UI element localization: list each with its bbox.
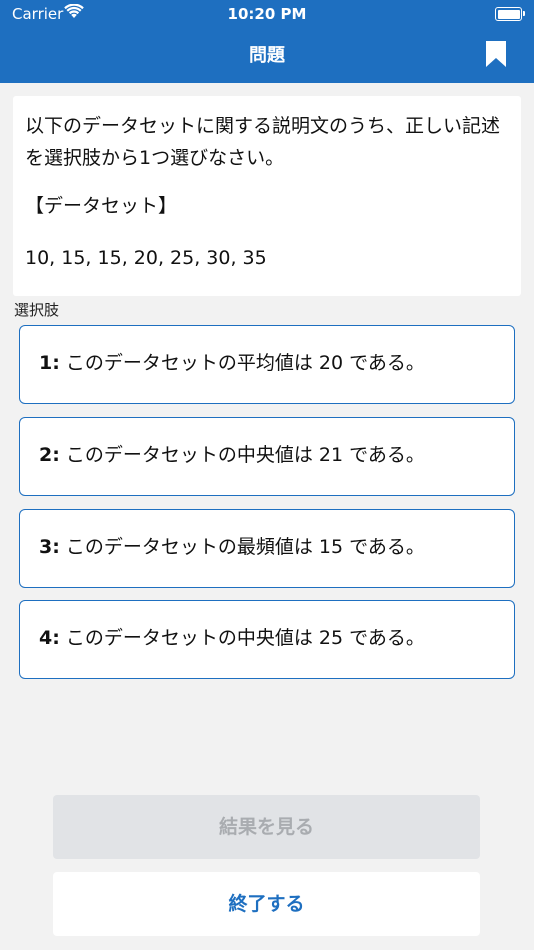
navigation-bar: Carrier 10:20 PM 問題 xyxy=(0,0,534,83)
show-result-button[interactable]: 結果を見る xyxy=(53,795,480,859)
choice-number: 3: xyxy=(39,536,60,558)
dataset-values: 10, 15, 15, 20, 25, 30, 35 xyxy=(25,247,267,269)
status-bar: Carrier 10:20 PM xyxy=(0,0,534,30)
dataset-heading: 【データセット】 xyxy=(25,195,178,217)
choice-text: このデータセットの最頻値は 15 である。 xyxy=(65,536,425,558)
battery-icon xyxy=(495,7,525,21)
choice-number: 1: xyxy=(39,352,60,374)
question-text: 以下のデータセットに関する説明文のうち、正しい記述を選択肢から1つ選びなさい。 xyxy=(25,115,501,169)
finish-button[interactable]: 終了する xyxy=(53,872,480,936)
choice-option-2[interactable]: 2: このデータセットの中央値は 21 である。 xyxy=(19,417,515,496)
choice-text: このデータセットの中央値は 25 である。 xyxy=(65,627,425,649)
choice-option-3[interactable]: 3: このデータセットの最頻値は 15 である。 xyxy=(19,509,515,588)
choices-label: 選択肢 xyxy=(14,301,60,319)
bookmark-icon[interactable] xyxy=(484,40,508,72)
clock-time: 10:20 PM xyxy=(227,5,307,23)
choice-number: 2: xyxy=(39,444,60,466)
choice-option-1[interactable]: 1: このデータセットの平均値は 20 である。 xyxy=(19,325,515,404)
question-card: 以下のデータセットに関する説明文のうち、正しい記述を選択肢から1つ選びなさい。 … xyxy=(13,96,521,296)
choice-number: 4: xyxy=(39,627,60,649)
choice-option-4[interactable]: 4: このデータセットの中央値は 25 である。 xyxy=(19,600,515,679)
choice-text: このデータセットの平均値は 20 である。 xyxy=(65,352,425,374)
page-title: 問題 xyxy=(249,45,285,66)
choice-text: このデータセットの中央値は 21 である。 xyxy=(65,444,425,466)
